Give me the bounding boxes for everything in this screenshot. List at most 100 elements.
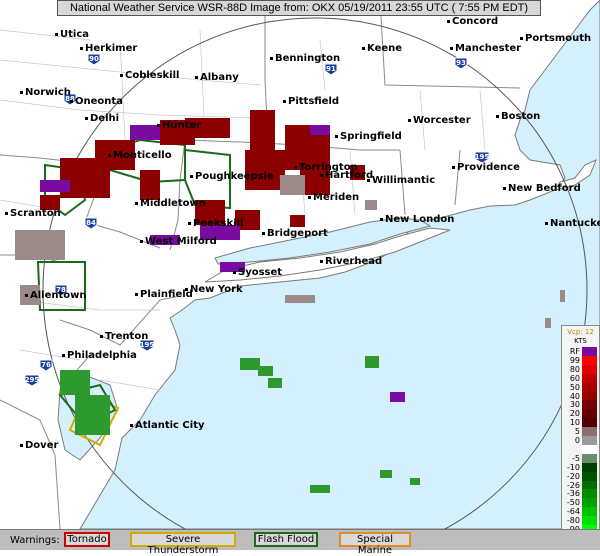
city-dot: [55, 32, 58, 36]
svg-text:91: 91: [326, 65, 336, 73]
city-dot: [270, 56, 273, 60]
city-dot: [367, 178, 370, 182]
city-dot: [320, 259, 323, 263]
city-name: Allentown: [30, 290, 87, 301]
city-dot: [25, 293, 28, 297]
city-dot: [85, 116, 88, 120]
legend-header: Vcp: 12 KTS: [562, 328, 599, 346]
svg-text:84: 84: [86, 219, 96, 227]
city-name: Springfield: [340, 131, 402, 142]
city-label: Worcester: [408, 115, 471, 126]
radar-map: 90 88 91 93 84 195 195 76 295 78: [0, 0, 600, 529]
warning-key-flash-flood: Flash Flood: [254, 532, 318, 547]
city-dot: [233, 270, 236, 274]
city-name: Norwich: [25, 87, 71, 98]
city-dot: [447, 19, 450, 23]
city-label: Springfield: [335, 131, 402, 142]
city-dot: [20, 443, 23, 447]
city-dot: [135, 292, 138, 296]
units-label: KTS: [574, 337, 587, 345]
city-name: Hartford: [325, 170, 374, 181]
city-label: Portsmouth: [520, 33, 591, 44]
city-label: New London: [380, 214, 454, 225]
city-name: Nantucket: [550, 218, 600, 229]
city-dot: [100, 334, 103, 338]
city-label: New York: [185, 284, 243, 295]
city-label: Bridgeport: [262, 228, 328, 239]
city-dot: [496, 114, 499, 118]
city-label: Trenton: [100, 331, 148, 342]
warning-key-special-marine: Special Marine: [339, 532, 411, 556]
warning-key-severe-thunderstorm: Severe Thunderstorm: [130, 532, 236, 556]
city-dot: [294, 165, 297, 169]
city-name: Worcester: [413, 115, 471, 126]
city-name: Hunter: [162, 120, 202, 131]
city-label: Boston: [496, 111, 540, 122]
city-name: Atlantic City: [135, 420, 205, 431]
warnings-label: Warnings:: [10, 535, 60, 546]
city-name: Manchester: [455, 43, 522, 54]
city-dot: [320, 173, 323, 177]
city-dot: [185, 287, 188, 291]
city-dot: [120, 73, 123, 77]
city-label: Meriden: [308, 192, 359, 203]
city-label: Syosset: [233, 267, 282, 278]
city-label: Providence: [452, 162, 520, 173]
city-label: Manchester: [450, 43, 521, 54]
city-dot: [135, 201, 138, 205]
svg-text:93: 93: [456, 59, 466, 67]
city-name: Philadelphia: [67, 350, 137, 361]
city-dot: [308, 195, 311, 199]
city-label: Hartford: [320, 170, 373, 181]
city-label: Monticello: [108, 150, 172, 161]
city-label: Nantucket: [545, 218, 600, 229]
city-dot: [452, 165, 455, 169]
city-dot: [450, 46, 453, 50]
city-name: Bridgeport: [267, 228, 328, 239]
city-name: Portsmouth: [525, 33, 592, 44]
city-dot: [20, 90, 23, 94]
city-name: Bennington: [275, 53, 341, 64]
city-label: Philadelphia: [62, 350, 137, 361]
city-name: Cobleskill: [125, 70, 180, 81]
city-dot: [195, 75, 198, 79]
city-name: Delhi: [90, 113, 120, 124]
city-dot: [335, 134, 338, 138]
city-name: Trenton: [105, 331, 149, 342]
vcp-label: Vcp: 12: [567, 328, 594, 336]
city-label: Allentown: [25, 290, 87, 301]
svg-text:76: 76: [41, 361, 51, 369]
city-name: Concord: [452, 16, 499, 27]
city-dot: [80, 46, 83, 50]
city-label: Atlantic City: [130, 420, 205, 431]
city-label: Utica: [55, 29, 89, 40]
city-label: Middletown: [135, 198, 206, 209]
city-label: Pittsfield: [283, 96, 339, 107]
city-name: Willimantic: [372, 175, 436, 186]
city-name: Albany: [200, 72, 239, 83]
svg-text:195: 195: [140, 341, 155, 349]
city-dot: [188, 221, 191, 225]
city-dot: [362, 46, 365, 50]
city-label: Norwich: [20, 87, 71, 98]
city-dot: [520, 36, 523, 40]
city-name: Middletown: [140, 198, 206, 209]
city-name: Peekskill: [193, 218, 244, 229]
city-name: Meriden: [313, 192, 360, 203]
city-dot: [140, 239, 143, 243]
city-dot: [503, 186, 506, 190]
city-label: Cobleskill: [120, 70, 179, 81]
city-dot: [130, 423, 133, 427]
city-label: Delhi: [85, 113, 119, 124]
city-label: Poughkeepsie: [190, 171, 274, 182]
warnings-bar: Warnings: Tornado Severe Thunderstorm Flas…: [0, 529, 600, 556]
city-label: Willimantic: [367, 175, 435, 186]
radar-viewer: 90 88 91 93 84 195 195 76 295 78 Nationa…: [0, 0, 600, 556]
city-name: Syosset: [238, 267, 283, 278]
city-label: Albany: [195, 72, 239, 83]
city-label: Peekskill: [188, 218, 243, 229]
city-dot: [157, 123, 160, 127]
city-name: Oneonta: [75, 96, 123, 107]
image-title: National Weather Service WSR-88D Image f…: [57, 0, 541, 16]
city-name: Monticello: [113, 150, 172, 161]
